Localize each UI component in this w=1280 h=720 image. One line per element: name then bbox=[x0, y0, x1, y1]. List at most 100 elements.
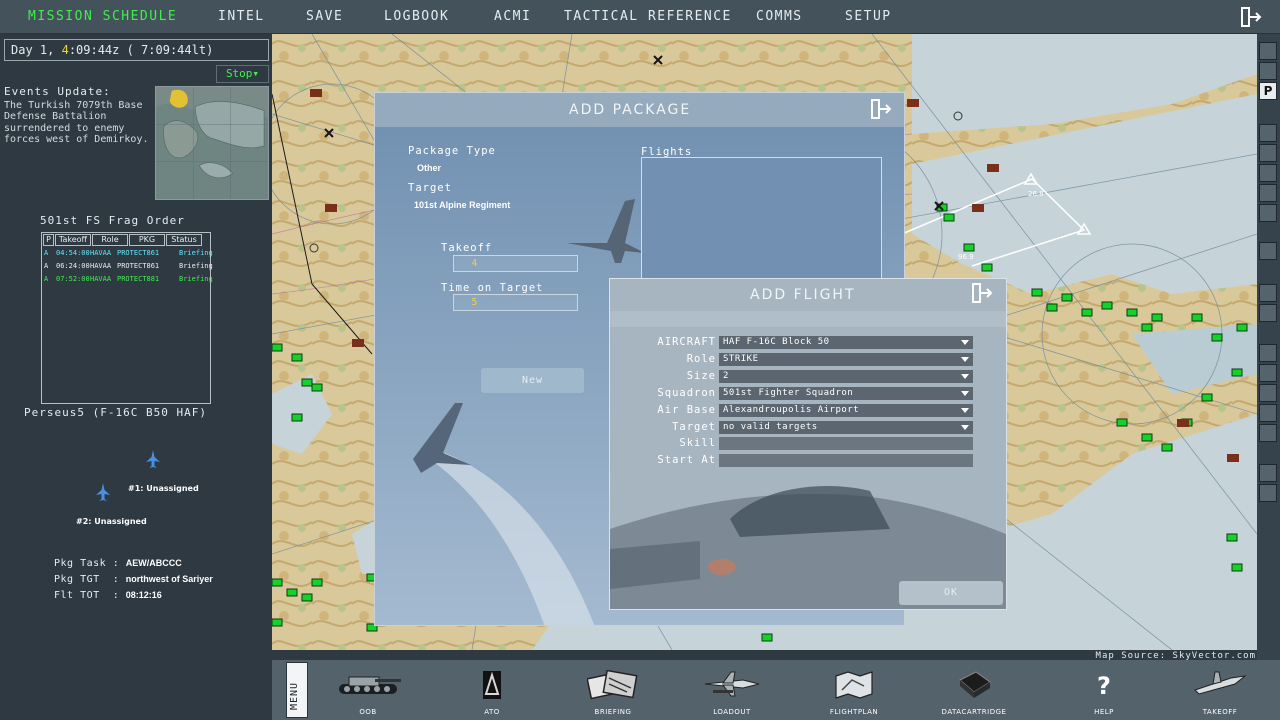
cell-status: Briefing bbox=[179, 262, 213, 270]
briefing-button[interactable]: BRIEFING bbox=[573, 668, 653, 718]
close-icon[interactable] bbox=[870, 99, 892, 119]
datacartridge-button[interactable]: DATACARTRIDGE bbox=[934, 668, 1014, 718]
exit-icon[interactable] bbox=[1240, 7, 1262, 27]
cell-status: Briefing bbox=[179, 249, 213, 257]
takeoff-button[interactable]: TAKEOFF bbox=[1180, 668, 1260, 718]
start-at-row: Start At bbox=[610, 454, 1006, 468]
size-select[interactable]: 2 bbox=[719, 370, 973, 383]
datacartridge-icon bbox=[959, 671, 991, 698]
menu-comms[interactable]: Comms bbox=[756, 9, 803, 24]
filter-radar-button[interactable] bbox=[1259, 304, 1277, 322]
col-role[interactable]: Role bbox=[92, 234, 128, 246]
menu-logbook[interactable]: Logbook bbox=[384, 9, 449, 24]
menu-intel[interactable]: Intel bbox=[218, 9, 265, 24]
airbase-select[interactable]: Alexandroupolis Airport bbox=[719, 404, 973, 417]
cell-role: HAVAA bbox=[90, 262, 112, 270]
zoom-fit-icon[interactable] bbox=[1259, 384, 1277, 402]
flight-name: Perseus5 (F-16C B50 HAF) bbox=[24, 406, 207, 419]
takeoff-time-field[interactable]: 1 4:29:44z bbox=[453, 255, 578, 272]
menu-save[interactable]: Save bbox=[306, 9, 343, 24]
skill-row: Skill bbox=[610, 437, 1006, 451]
events-title: Events Update: bbox=[4, 85, 111, 98]
datacartridge-label: DATACARTRIDGE bbox=[941, 708, 1007, 716]
filter-ground-button[interactable] bbox=[1259, 144, 1277, 162]
filter-threats-button[interactable] bbox=[1259, 284, 1277, 302]
cell-takeoff: 04:54:00 bbox=[56, 249, 90, 257]
table-row[interactable]: A 07:52:00 HAVAA PROTECT881 Briefing bbox=[44, 275, 213, 283]
menu-acmi[interactable]: ACMI bbox=[494, 9, 531, 24]
menu-tab[interactable]: MENU bbox=[286, 662, 308, 718]
add-flight-dialog: ADD FLIGHT AIRCRAFT HAF F-16C Block 50 R… bbox=[609, 278, 1007, 610]
filter-airbase-button[interactable] bbox=[1259, 204, 1277, 222]
squadron-select[interactable]: 501st Fighter Squadron bbox=[719, 387, 973, 400]
chevron-down-icon bbox=[961, 340, 969, 345]
target-value[interactable]: 101st Alpine Regiment bbox=[414, 200, 510, 210]
package-type-value[interactable]: Other bbox=[417, 163, 441, 173]
help-button[interactable]: ? HELP bbox=[1064, 668, 1144, 718]
zoom-in-icon[interactable] bbox=[1259, 364, 1277, 382]
start-at-select[interactable] bbox=[719, 454, 973, 467]
zoom-reset-icon[interactable] bbox=[1259, 404, 1277, 422]
airbase-label: Air Base bbox=[657, 404, 716, 416]
jet-slot-1-icon[interactable] bbox=[145, 450, 161, 470]
cell-role: HAVAA bbox=[90, 275, 112, 283]
new-flight-button[interactable]: New bbox=[481, 368, 584, 393]
briefing-icon bbox=[587, 670, 638, 700]
filter-air-button[interactable] bbox=[1259, 124, 1277, 142]
close-icon[interactable] bbox=[971, 283, 993, 303]
cell-p: A bbox=[44, 275, 49, 283]
zoom-out-icon[interactable] bbox=[1259, 344, 1277, 362]
map-toggle-button[interactable] bbox=[1259, 42, 1277, 60]
table-row[interactable]: A 04:54:00 HAVAA PROTECT861 Briefing bbox=[44, 249, 213, 257]
squadron-label: Squadron bbox=[657, 387, 716, 399]
table-row[interactable]: A 06:24:00 HAVAA PROTECT861 Briefing bbox=[44, 262, 213, 270]
role-select[interactable]: STRIKE bbox=[719, 353, 973, 366]
clock-hour: 4 bbox=[61, 43, 69, 57]
aircraft-value: HAF F-16C Block 50 bbox=[723, 337, 830, 347]
aircraft-select[interactable]: HAF F-16C Block 50 bbox=[719, 336, 973, 349]
add-package-title: ADD PACKAGE bbox=[569, 102, 692, 118]
map-settings-icon[interactable] bbox=[1259, 424, 1277, 442]
col-pkg[interactable]: PKG bbox=[129, 234, 165, 246]
aircraft-row: AIRCRAFT HAF F-16C Block 50 bbox=[610, 336, 1006, 350]
oob-button[interactable]: OOB bbox=[328, 668, 408, 718]
tot-time-field[interactable]: 1 5:09:44z bbox=[453, 294, 578, 311]
role-value: STRIKE bbox=[723, 354, 759, 364]
col-takeoff[interactable]: Takeoff bbox=[55, 234, 91, 246]
flt-tot-label: Flt TOT bbox=[54, 590, 100, 601]
col-status[interactable]: Status bbox=[166, 234, 202, 246]
map-layer-button[interactable] bbox=[1259, 62, 1277, 80]
flight-target-select[interactable]: no valid targets bbox=[719, 421, 973, 434]
menu-tactical-reference[interactable]: Tactical Reference bbox=[564, 9, 732, 24]
menu-tab-label: MENU bbox=[289, 681, 300, 710]
aircraft-label: AIRCRAFT bbox=[657, 336, 716, 348]
ato-button[interactable]: ATO bbox=[452, 668, 532, 718]
weather-icon[interactable] bbox=[1259, 464, 1277, 482]
filter-sam-button[interactable] bbox=[1259, 184, 1277, 202]
left-info-panel: Day 1, 4:09:44z ( 7:09:44lt) Stop▾ Event… bbox=[0, 34, 272, 660]
takeoff-label: Takeoff bbox=[441, 242, 493, 254]
jet-slot-2-icon[interactable] bbox=[95, 483, 111, 503]
flightplan-button[interactable]: FLIGHTPLAN bbox=[814, 668, 894, 718]
right-toolbar: P bbox=[1257, 34, 1280, 660]
menu-mission-schedule[interactable]: Mission Schedule bbox=[28, 9, 177, 24]
chevron-down-icon bbox=[961, 357, 969, 362]
theater-minimap[interactable] bbox=[155, 86, 269, 200]
loadout-button[interactable]: LOADOUT bbox=[692, 668, 772, 718]
menu-setup[interactable]: Setup bbox=[845, 9, 892, 24]
filter-objectives-button[interactable] bbox=[1259, 242, 1277, 260]
cell-takeoff: 06:24:00 bbox=[56, 262, 90, 270]
col-p[interactable]: P bbox=[43, 234, 54, 246]
package-filter-button[interactable]: P bbox=[1259, 82, 1277, 100]
svg-text:?: ? bbox=[1097, 672, 1111, 700]
takeoff-label: TAKEOFF bbox=[1202, 708, 1238, 716]
events-text: The Turkish 7079th Base Defense Battalio… bbox=[4, 100, 149, 146]
airbase-value: Alexandroupolis Airport bbox=[723, 405, 860, 415]
stop-button[interactable]: Stop▾ bbox=[216, 65, 269, 83]
sun-icon[interactable] bbox=[1259, 484, 1277, 502]
ok-button[interactable]: OK bbox=[899, 581, 1003, 605]
filter-naval-button[interactable] bbox=[1259, 164, 1277, 182]
role-row: Role STRIKE bbox=[610, 353, 1006, 367]
skill-select[interactable] bbox=[719, 437, 973, 450]
airbase-row: Air Base Alexandroupolis Airport bbox=[610, 404, 1006, 418]
